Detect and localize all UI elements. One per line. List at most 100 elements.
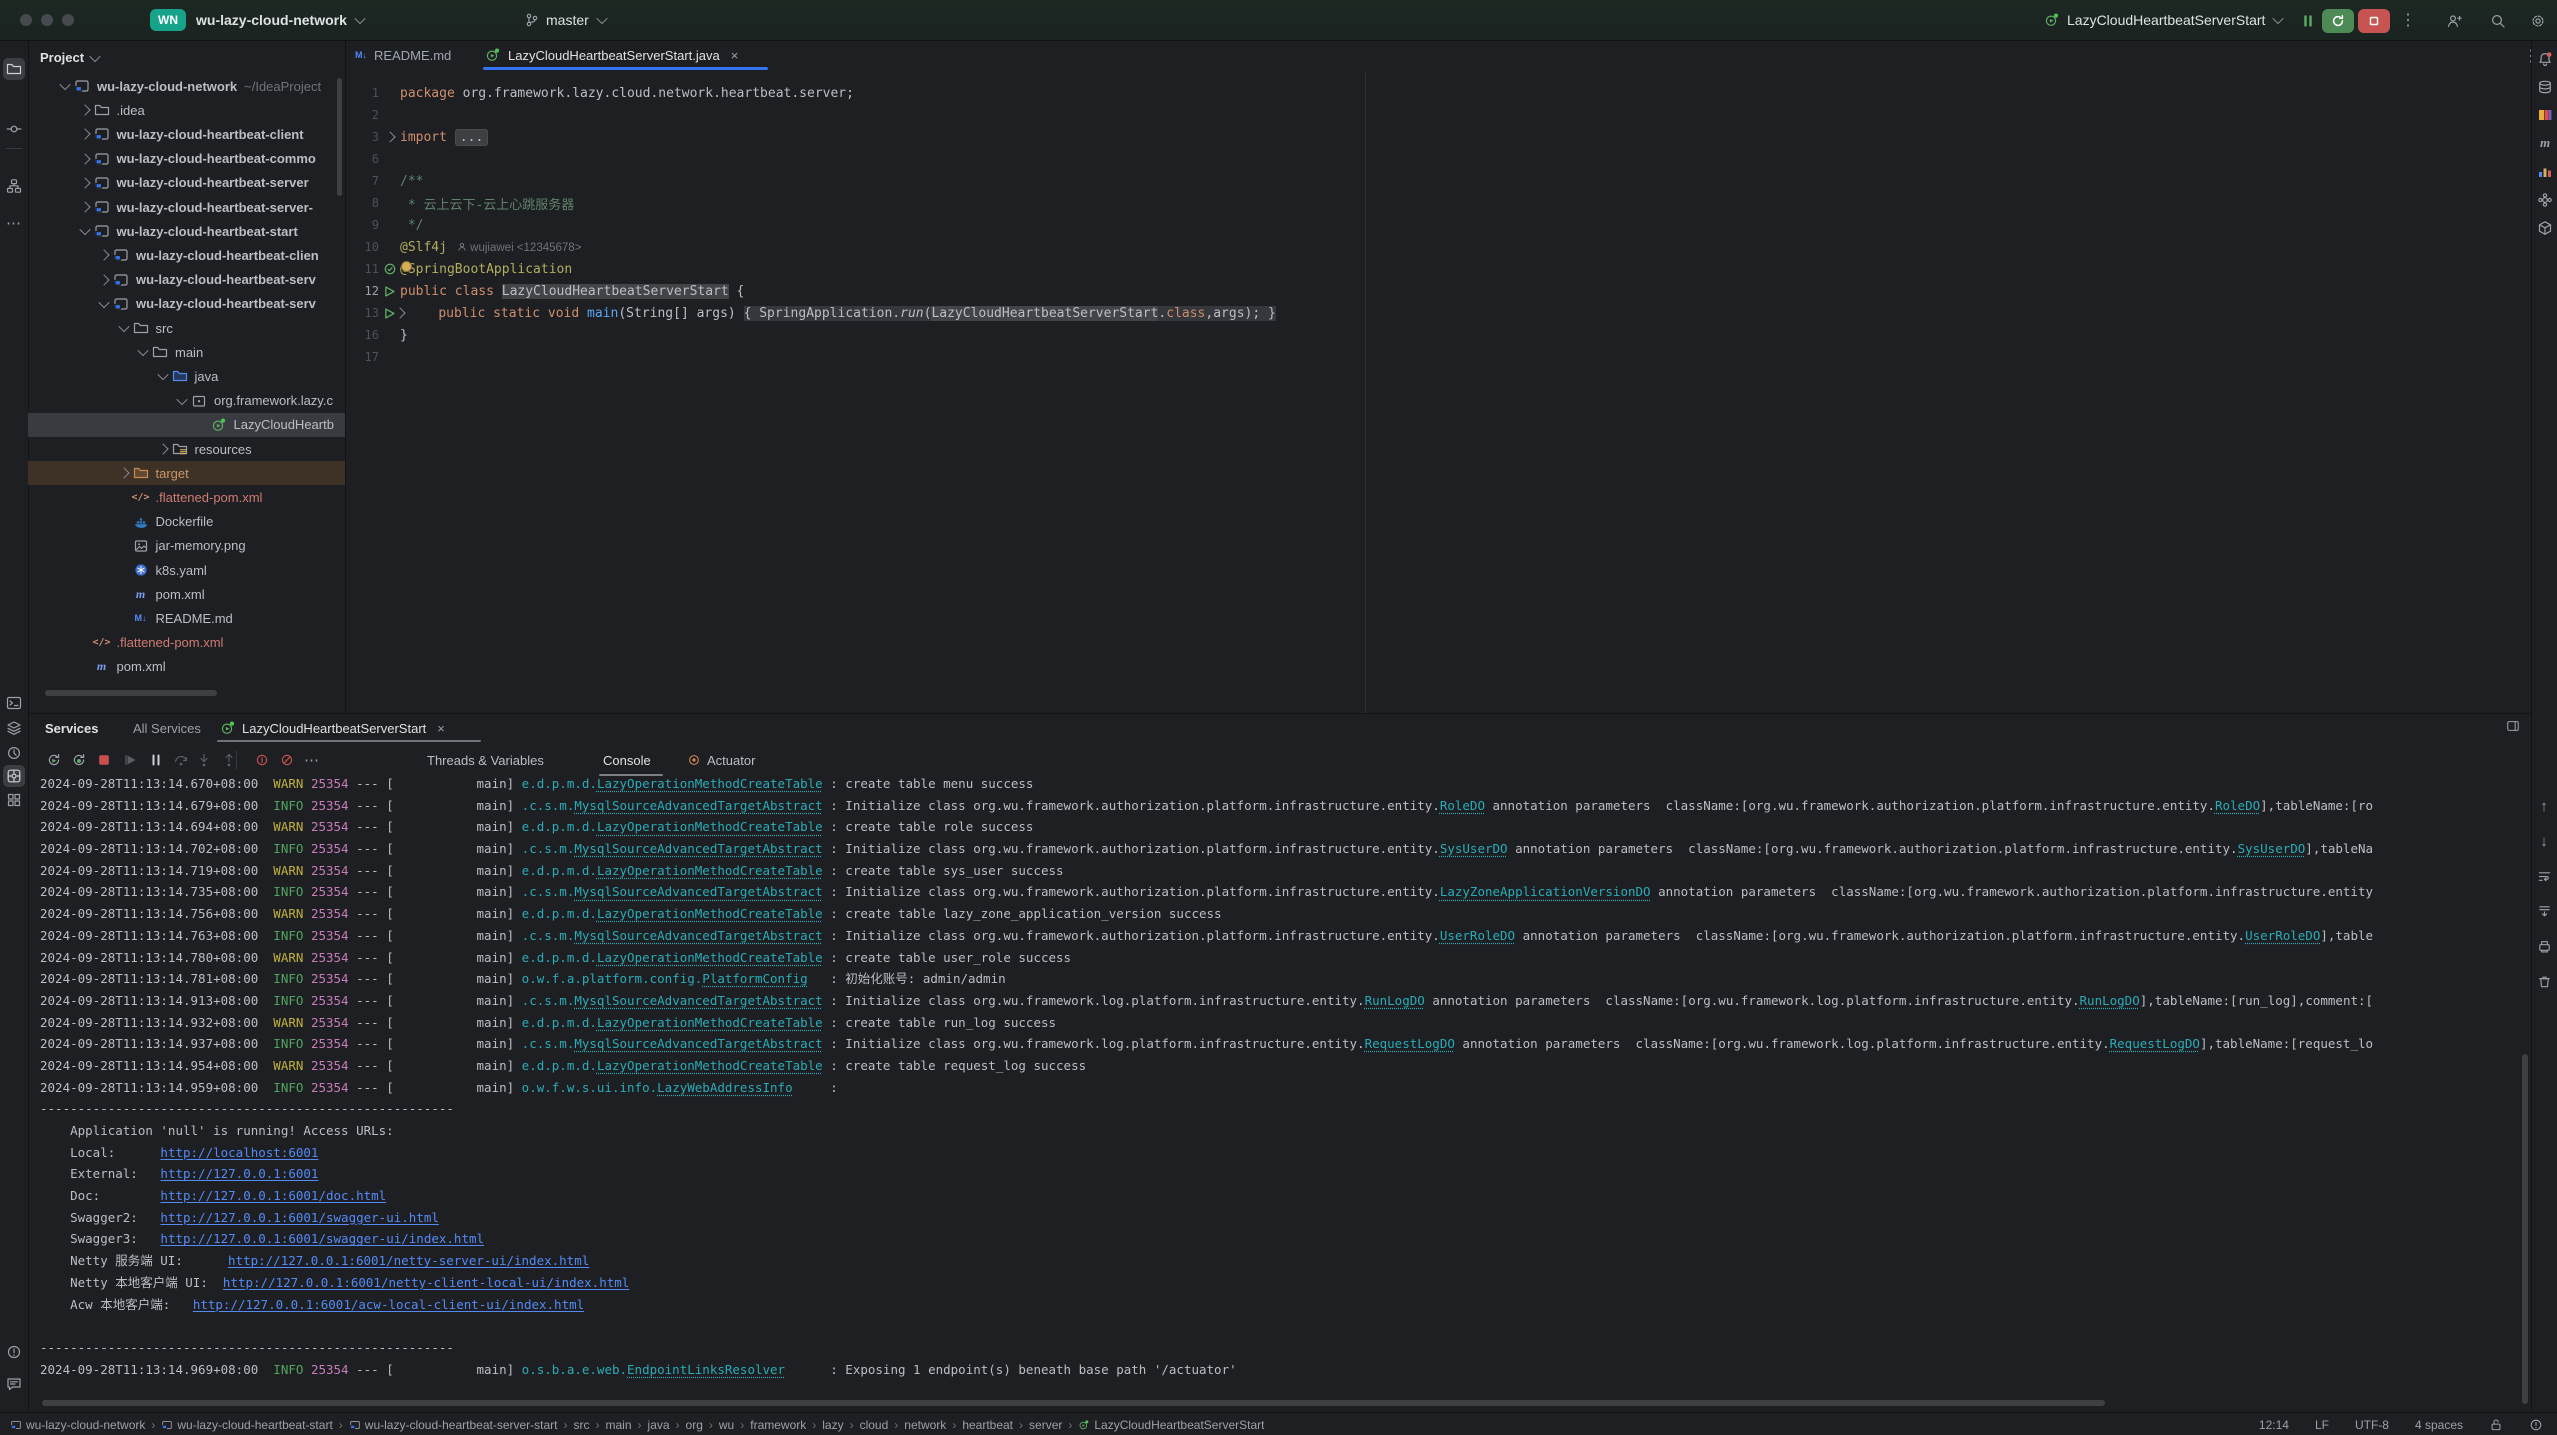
breadcrumb-item[interactable]: org: [686, 1418, 703, 1432]
code-line[interactable]: 8 * 云上云下-云上心跳服务器: [345, 192, 2531, 214]
chevron-down-icon[interactable]: [116, 324, 132, 332]
tree-row[interactable]: wu-lazy-cloud-heartbeat-server-: [28, 195, 346, 219]
view-breakpoints-icon[interactable]: [250, 748, 274, 772]
console-class-link[interactable]: RunLogDO: [1365, 993, 1425, 1008]
vcs-widget[interactable]: master: [524, 0, 606, 40]
breadcrumb-item[interactable]: wu-lazy-cloud-network: [10, 1418, 145, 1432]
window-minimize-button[interactable]: [41, 14, 53, 26]
tab-console[interactable]: Console: [603, 746, 651, 774]
pause-icon[interactable]: [144, 748, 168, 772]
console-class-link[interactable]: RequestLogDO: [1365, 1036, 1455, 1051]
stripe-maven-icon[interactable]: m: [2534, 132, 2556, 154]
tree-row[interactable]: </>.flattened-pom.xml: [28, 485, 346, 509]
chevron-right-icon[interactable]: [77, 106, 93, 114]
stripe-commit-icon[interactable]: [3, 118, 25, 140]
chevron-down-icon[interactable]: [155, 372, 171, 380]
tree-row[interactable]: mpom.xml: [28, 655, 346, 679]
stripe-project-folder-icon[interactable]: [3, 58, 25, 80]
author-inlay-hint[interactable]: wujiawei <12345678>: [457, 242, 581, 254]
breadcrumb-item[interactable]: wu-lazy-cloud-heartbeat-server-start: [349, 1418, 558, 1432]
indent-indicator[interactable]: 4 spaces: [2415, 1418, 2463, 1432]
console-class-link[interactable]: LazyZoneApplicationVersionDO: [1440, 884, 1651, 899]
tree-row[interactable]: resources: [28, 437, 346, 461]
add-user-icon[interactable]: [2438, 9, 2470, 33]
tree-row[interactable]: LazyCloudHeartb: [28, 413, 346, 437]
settings-gear-icon[interactable]: [2522, 9, 2554, 33]
chevron-right-icon[interactable]: [96, 251, 112, 259]
code-line[interactable]: 9 */: [345, 214, 2531, 236]
code-line[interactable]: 3import ...: [345, 126, 2531, 148]
stripe-chat-icon[interactable]: [3, 1373, 25, 1395]
logger-class-link[interactable]: LazyOperationMethodCreateTable: [597, 950, 823, 965]
code-line[interactable]: 13 public static void main(String[] args…: [345, 302, 2531, 324]
console-class-link[interactable]: SysUserDO: [1440, 841, 1508, 856]
logger-class-link[interactable]: LazyOperationMethodCreateTable: [597, 776, 823, 791]
tree-row[interactable]: k8s.yaml: [28, 558, 346, 582]
console-class-link[interactable]: RequestLogDO: [2110, 1036, 2200, 1051]
logger-class-link[interactable]: MysqlSourceAdvancedTargetAbstract: [574, 928, 822, 943]
close-icon[interactable]: ×: [731, 48, 739, 63]
intention-bulb-icon[interactable]: [401, 261, 412, 272]
console-vertical-scrollbar[interactable]: [2522, 1054, 2528, 1404]
chevron-down-icon[interactable]: [57, 82, 73, 90]
logger-class-link[interactable]: LazyOperationMethodCreateTable: [597, 819, 823, 834]
stripe-build-icon[interactable]: [2534, 217, 2556, 239]
stripe-more-icon[interactable]: ⋯: [3, 212, 25, 234]
console-url-link[interactable]: http://127.0.0.1:6001/swagger-ui.html: [160, 1210, 438, 1225]
chevron-down-icon[interactable]: [174, 397, 190, 405]
tree-row[interactable]: M↓README.md: [28, 606, 346, 630]
console-class-link[interactable]: RoleDO: [1440, 798, 1485, 813]
encoding-indicator[interactable]: UTF-8: [2355, 1418, 2389, 1432]
tree-row[interactable]: target: [28, 461, 346, 485]
stripe-terminal-icon[interactable]: [3, 692, 25, 714]
breadcrumb-item[interactable]: main: [606, 1418, 632, 1432]
unlock-icon[interactable]: [2489, 1418, 2503, 1432]
code-line[interactable]: 2: [345, 104, 2531, 126]
logger-class-link[interactable]: MysqlSourceAdvancedTargetAbstract: [574, 993, 822, 1008]
close-icon[interactable]: ×: [437, 721, 445, 736]
code-line[interactable]: 16}: [345, 324, 2531, 346]
tree-horizontal-scrollbar[interactable]: [45, 690, 217, 696]
code-area[interactable]: 1package org.framework.lazy.cloud.networ…: [345, 71, 2531, 713]
console-horizontal-scrollbar[interactable]: [42, 1400, 2105, 1406]
stripe-layers-icon[interactable]: [3, 717, 25, 739]
tab-all-services[interactable]: All Services: [133, 714, 201, 742]
breadcrumb-item[interactable]: server: [1029, 1418, 1062, 1432]
stripe-notifications-icon[interactable]: [2534, 48, 2556, 70]
code-line[interactable]: 7/**: [345, 170, 2531, 192]
clear-icon[interactable]: [2532, 969, 2556, 993]
console-url-link[interactable]: http://127.0.0.1:6001/acw-local-client-u…: [193, 1297, 584, 1312]
line-ending-indicator[interactable]: LF: [2315, 1418, 2329, 1432]
breadcrumb-item[interactable]: framework: [750, 1418, 806, 1432]
tree-row[interactable]: wu-lazy-cloud-heartbeat-commo: [28, 147, 346, 171]
tree-row[interactable]: org.framework.lazy.c: [28, 389, 346, 413]
run-gutter-icon[interactable]: [379, 285, 400, 298]
chevron-right-icon[interactable]: [77, 155, 93, 163]
chevron-down-icon[interactable]: [135, 348, 151, 356]
resume-icon[interactable]: [119, 748, 143, 772]
logger-class-link[interactable]: LazyWebAddressInfo: [657, 1080, 792, 1095]
more-icon[interactable]: ⋯: [300, 748, 324, 772]
stripe-structure-icon[interactable]: [3, 175, 25, 197]
logger-class-link[interactable]: PlatformConfig: [702, 971, 807, 986]
breadcrumb-item[interactable]: LazyCloudHeartbeatServerStart: [1078, 1418, 1264, 1432]
chevron-down-icon[interactable]: [96, 300, 112, 308]
tree-row[interactable]: .idea: [28, 98, 346, 122]
tree-row[interactable]: </>.flattened-pom.xml: [28, 631, 346, 655]
step-into-icon[interactable]: [192, 748, 216, 772]
console-class-link[interactable]: SysUserDO: [2238, 841, 2306, 856]
console-url-link[interactable]: http://127.0.0.1:6001/netty-server-ui/in…: [228, 1253, 589, 1268]
chevron-right-icon[interactable]: [116, 469, 132, 477]
logger-class-link[interactable]: MysqlSourceAdvancedTargetAbstract: [574, 798, 822, 813]
stripe-diagrams-icon[interactable]: [2534, 161, 2556, 183]
project-tree-header[interactable]: Project: [40, 50, 99, 65]
window-zoom-button[interactable]: [62, 14, 74, 26]
tree-row[interactable]: java: [28, 364, 346, 388]
mute-breakpoints-icon[interactable]: [275, 748, 299, 772]
services-title[interactable]: Services: [45, 714, 99, 742]
tree-row[interactable]: mpom.xml: [28, 582, 346, 606]
stop-button[interactable]: [2358, 9, 2390, 33]
stripe-database-icon[interactable]: [2534, 76, 2556, 98]
tab-main-class[interactable]: LazyCloudHeartbeatServerStart.java ×: [485, 40, 738, 70]
console-url-link[interactable]: http://localhost:6001: [160, 1145, 318, 1160]
